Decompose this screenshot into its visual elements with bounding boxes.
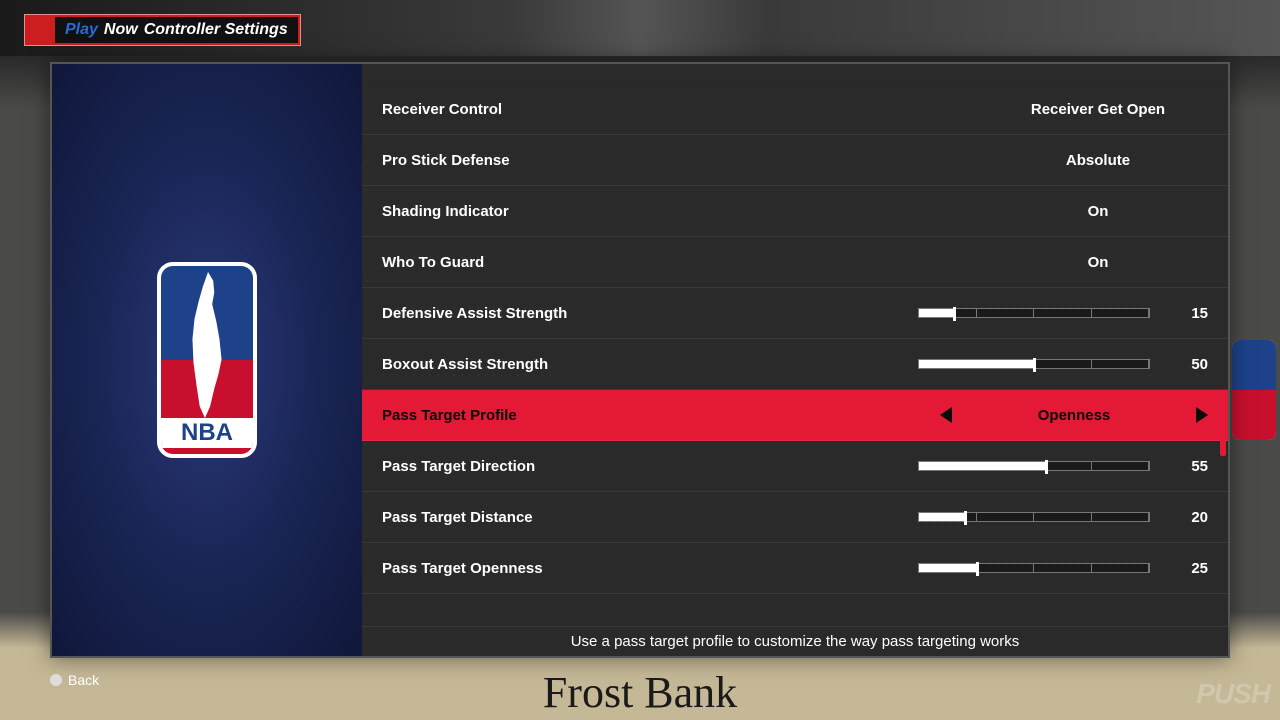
setting-label: Pass Target Profile xyxy=(382,407,940,424)
sidebar: NBA xyxy=(52,64,362,656)
setting-value: On xyxy=(988,254,1208,271)
setting-value: 50 xyxy=(1164,356,1208,373)
setting-value: 25 xyxy=(1164,560,1208,577)
setting-label: Boxout Assist Strength xyxy=(382,356,918,373)
setting-label: Pass Target Distance xyxy=(382,509,918,526)
nba-logo-side xyxy=(1232,340,1276,440)
back-button-label[interactable]: Back xyxy=(68,672,99,688)
setting-label: Defensive Assist Strength xyxy=(382,305,918,322)
setting-label: Pass Target Direction xyxy=(382,458,918,475)
header-subtitle: Controller Settings xyxy=(144,21,288,39)
arrow-right-icon[interactable] xyxy=(1196,407,1208,423)
setting-value: On xyxy=(988,203,1208,220)
setting-slider[interactable] xyxy=(918,308,1150,318)
setting-row[interactable]: Shading IndicatorOn xyxy=(362,186,1228,237)
setting-label: Receiver Control xyxy=(382,101,988,118)
setting-label: Shading Indicator xyxy=(382,203,988,220)
setting-value: Openness xyxy=(964,407,1184,424)
settings-list[interactable]: Receiver ControlReceiver Get OpenPro Sti… xyxy=(362,84,1228,626)
setting-slider[interactable] xyxy=(918,512,1150,522)
setting-description: Use a pass target profile to customize t… xyxy=(362,626,1228,656)
header-now: Now xyxy=(104,21,138,39)
setting-row[interactable]: Receiver ControlReceiver Get Open xyxy=(362,84,1228,135)
floor-brand-text: Frost Bank xyxy=(543,667,737,718)
setting-row[interactable]: Pass Target Distance 20 xyxy=(362,492,1228,543)
settings-main: Receiver ControlReceiver Get OpenPro Sti… xyxy=(362,64,1228,656)
scroll-indicator xyxy=(1220,428,1226,456)
setting-value: 20 xyxy=(1164,509,1208,526)
watermark: PUSH xyxy=(1196,678,1270,710)
setting-value: Absolute xyxy=(988,152,1208,169)
setting-value: 15 xyxy=(1164,305,1208,322)
footer-bar: Back xyxy=(50,672,99,688)
nba-logo-text: NBA xyxy=(161,418,253,448)
header-play: Play xyxy=(65,21,98,39)
setting-slider[interactable] xyxy=(918,563,1150,573)
nba-logo: NBA xyxy=(157,262,257,458)
header-title-box: Play Now Controller Settings xyxy=(55,17,298,43)
setting-row[interactable]: Pass Target Direction 55 xyxy=(362,441,1228,492)
setting-slider[interactable] xyxy=(918,359,1150,369)
setting-row[interactable]: Pass Target Profile Openness xyxy=(362,390,1228,441)
setting-row[interactable]: Pro Stick DefenseAbsolute xyxy=(362,135,1228,186)
setting-label: Pass Target Openness xyxy=(382,560,918,577)
settings-panel: NBA Receiver ControlReceiver Get OpenPro… xyxy=(50,62,1230,658)
setting-label: Who To Guard xyxy=(382,254,988,271)
header-banner: Play Now Controller Settings xyxy=(24,14,301,46)
setting-value: 55 xyxy=(1164,458,1208,475)
back-button-icon[interactable] xyxy=(50,674,62,686)
setting-row[interactable]: Who To GuardOn xyxy=(362,237,1228,288)
setting-row[interactable]: Defensive Assist Strength 15 xyxy=(362,288,1228,339)
game-logo-icon xyxy=(27,17,51,43)
setting-value: Receiver Get Open xyxy=(988,101,1208,118)
arrow-left-icon[interactable] xyxy=(940,407,952,423)
setting-row[interactable]: Pass Target Openness 25 xyxy=(362,543,1228,594)
setting-slider[interactable] xyxy=(918,461,1150,471)
setting-row[interactable]: Boxout Assist Strength 50 xyxy=(362,339,1228,390)
setting-label: Pro Stick Defense xyxy=(382,152,988,169)
